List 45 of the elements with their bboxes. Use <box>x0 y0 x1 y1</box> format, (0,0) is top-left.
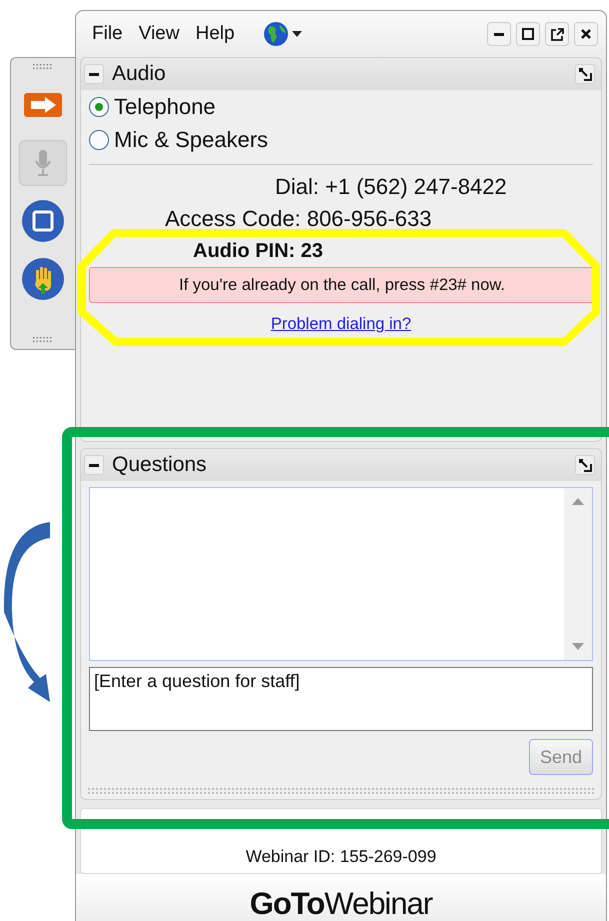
question-input[interactable]: [Enter a question for staff] <box>89 667 593 731</box>
collapse-button[interactable] <box>84 64 104 84</box>
webinar-id: Webinar ID: 155-269-099 <box>246 847 436 867</box>
audio-pin: Audio PIN: 23 <box>192 239 324 264</box>
caret-icon <box>292 31 302 37</box>
scroll-up-icon <box>572 498 584 505</box>
raise-hand-icon <box>21 257 65 301</box>
popout-icon <box>578 68 592 80</box>
globe-icon <box>262 21 289 47</box>
popout-button[interactable] <box>545 22 569 46</box>
radio-option[interactable]: Mic & Speakers <box>89 123 601 156</box>
menu-item[interactable]: Help <box>195 23 235 45</box>
detach-button[interactable] <box>575 455 595 475</box>
brand-logo: GoToWebinar <box>250 886 432 921</box>
language-button[interactable] <box>262 21 302 47</box>
radio-option[interactable]: Telephone <box>89 90 601 123</box>
access-code: Access Code: 806-956-633 <box>164 205 433 233</box>
problem-link[interactable]: Problem dialing in? <box>270 315 412 334</box>
stop-icon <box>21 199 65 243</box>
scroll-down-icon <box>572 643 584 650</box>
scrollbar[interactable] <box>564 488 592 660</box>
menu-item[interactable]: View <box>138 23 180 45</box>
minus-icon <box>89 464 99 466</box>
pin-notice: If you're already on the call, press #23# now. <box>89 267 595 303</box>
popout-icon <box>550 28 564 40</box>
maximize-icon <box>522 28 534 40</box>
grip-icon <box>33 64 53 70</box>
detach-button[interactable] <box>575 64 595 84</box>
microphone-icon <box>34 148 52 178</box>
toolbar-button[interactable] <box>19 256 67 302</box>
maximize-button[interactable] <box>516 22 540 46</box>
dial-number: Dial: +1 (562) 247-8422 <box>274 173 508 201</box>
arrow-screen-icon <box>23 92 63 118</box>
grip-icon <box>33 337 53 343</box>
menu-item[interactable]: File <box>92 23 123 45</box>
close-icon <box>580 28 592 40</box>
minimize-button[interactable] <box>487 22 511 46</box>
close-button[interactable] <box>574 22 598 46</box>
minus-icon <box>89 72 99 76</box>
minus-icon <box>494 32 504 36</box>
panel-title: Questions <box>112 453 207 477</box>
popout-icon <box>578 458 592 472</box>
toolbar-button[interactable] <box>19 198 67 244</box>
panel-title: Audio <box>112 62 166 86</box>
collapse-button[interactable] <box>84 455 104 475</box>
